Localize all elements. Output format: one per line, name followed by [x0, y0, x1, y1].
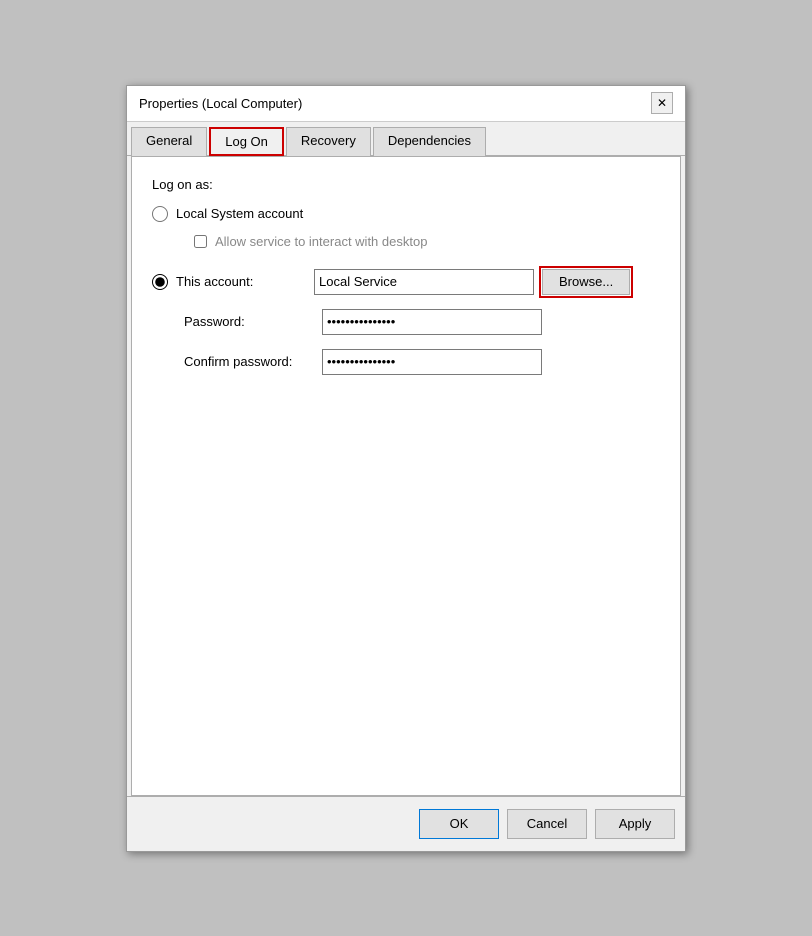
browse-button[interactable]: Browse...: [542, 269, 630, 295]
local-system-radio[interactable]: [152, 206, 168, 222]
local-system-label: Local System account: [176, 206, 303, 221]
apply-button[interactable]: Apply: [595, 809, 675, 839]
local-system-option: Local System account: [152, 206, 660, 222]
confirm-password-label: Confirm password:: [184, 354, 314, 369]
password-label: Password:: [184, 314, 314, 329]
interact-desktop-option: Allow service to interact with desktop: [194, 234, 660, 249]
this-account-row: This account: Browse...: [152, 269, 660, 295]
properties-dialog: Properties (Local Computer) ✕ General Lo…: [126, 85, 686, 852]
this-account-input[interactable]: [314, 269, 534, 295]
password-row: Password:: [152, 309, 660, 335]
window-title: Properties (Local Computer): [139, 96, 302, 111]
ok-button[interactable]: OK: [419, 809, 499, 839]
tab-general[interactable]: General: [131, 127, 207, 156]
tab-content: Log on as: Local System account Allow se…: [131, 156, 681, 796]
tab-bar: General Log On Recovery Dependencies: [127, 122, 685, 156]
account-section: This account: Browse... Password: Confir…: [152, 269, 660, 375]
tab-recovery[interactable]: Recovery: [286, 127, 371, 156]
logon-options: Local System account Allow service to in…: [152, 206, 660, 249]
tab-dependencies[interactable]: Dependencies: [373, 127, 486, 156]
cancel-button[interactable]: Cancel: [507, 809, 587, 839]
password-input[interactable]: [322, 309, 542, 335]
title-bar: Properties (Local Computer) ✕: [127, 86, 685, 122]
interact-desktop-checkbox[interactable]: [194, 235, 207, 248]
bottom-bar: OK Cancel Apply: [127, 796, 685, 851]
confirm-password-row: Confirm password:: [152, 349, 660, 375]
this-account-label: This account:: [176, 274, 306, 289]
interact-desktop-label: Allow service to interact with desktop: [215, 234, 427, 249]
logon-section-label: Log on as:: [152, 177, 660, 192]
close-button[interactable]: ✕: [651, 92, 673, 114]
tab-logon[interactable]: Log On: [209, 127, 284, 156]
this-account-radio[interactable]: [152, 274, 168, 290]
confirm-password-input[interactable]: [322, 349, 542, 375]
